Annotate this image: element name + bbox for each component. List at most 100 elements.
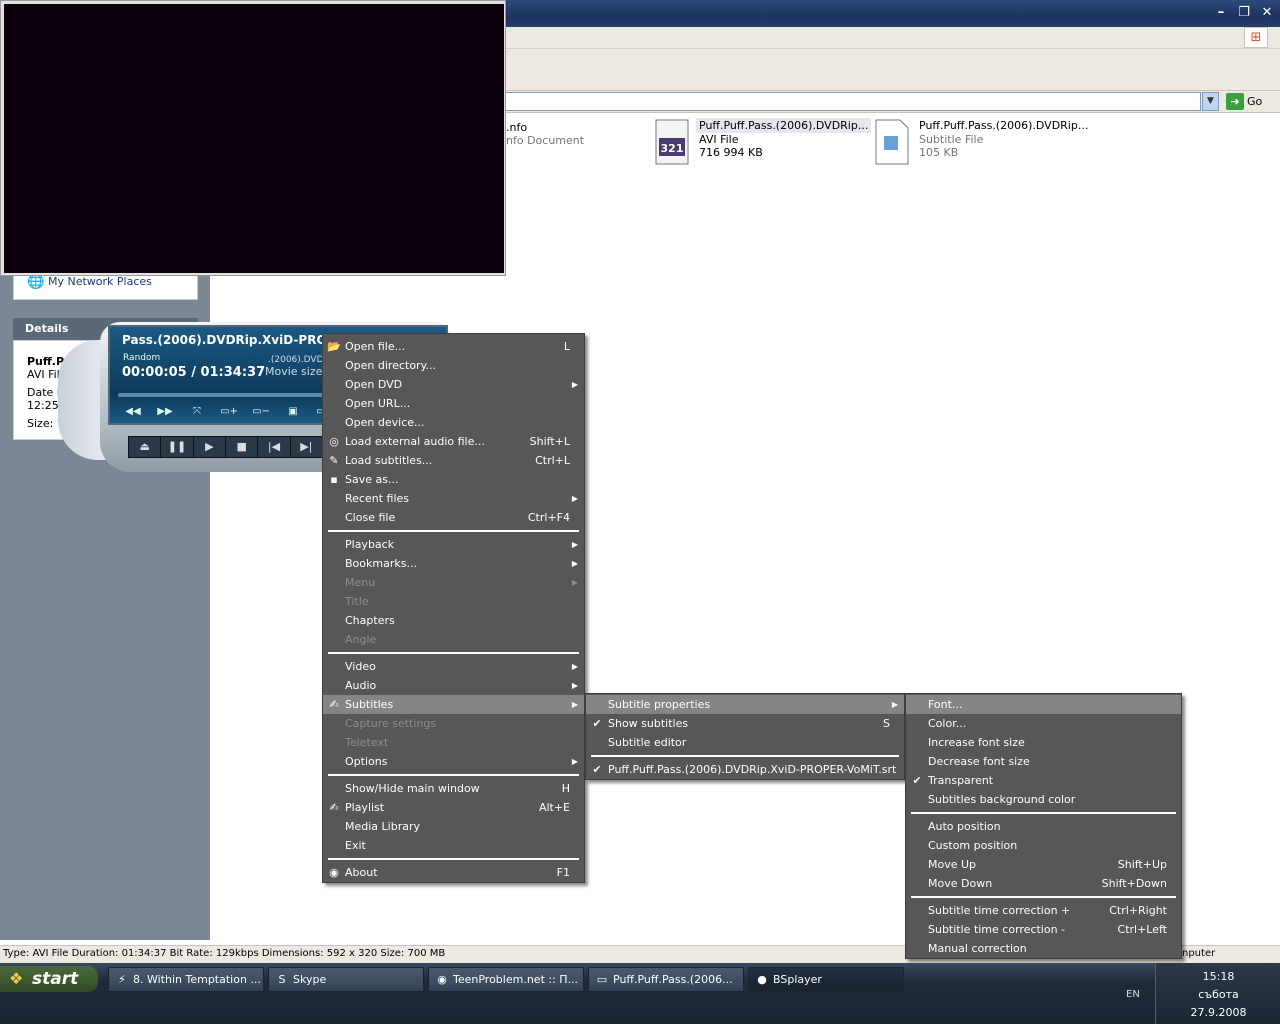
menu-item-chapters[interactable]: Chapters	[323, 611, 584, 630]
next-icon[interactable]: ▶|	[291, 437, 323, 457]
file-size: 105 KB	[919, 146, 959, 159]
previous-icon[interactable]: |◀	[258, 437, 291, 457]
menu-item-recent-files[interactable]: Recent files ▶	[323, 489, 584, 508]
file-item-avi[interactable]: 321 Puff.Puff.Pass.(2006).DVDRip... AVI …	[652, 118, 872, 166]
menu-item-load-external-audio-file[interactable]: ◎ Load external audio file... Shift+L	[323, 432, 584, 451]
submenu-arrow-icon: ▶	[571, 700, 578, 709]
menu-item-save-as[interactable]: ▪ Save as...	[323, 470, 584, 489]
file-type: Subtitle File	[919, 133, 984, 146]
rewind-icon[interactable]: ◀◀	[122, 406, 144, 420]
menu-item-label: Move Up	[928, 858, 977, 871]
menu-item-move-up[interactable]: Move Up Shift+Up	[906, 855, 1181, 874]
menu-item-about[interactable]: ◉ About F1	[323, 863, 584, 882]
menu-shortcut: H	[561, 782, 570, 795]
menu-item-video[interactable]: Video ▶	[323, 657, 584, 676]
menu-item-manual-correction[interactable]: Manual correction	[906, 939, 1181, 958]
stop-icon[interactable]: ■	[226, 437, 259, 457]
menu-item-label: Options	[345, 755, 388, 768]
fast-forward-icon[interactable]: ▶▶	[154, 406, 176, 420]
winamp-icon: ⚡	[118, 973, 126, 986]
menu-item-audio[interactable]: Audio ▶	[323, 676, 584, 695]
menu-item-subtitles-background-color[interactable]: Subtitles background color	[906, 790, 1181, 809]
zoom-out-icon[interactable]: ▭−	[250, 406, 272, 420]
pause-icon[interactable]: ❚❚	[161, 437, 194, 457]
menu-item-subtitle-properties[interactable]: Subtitle properties ▶	[586, 695, 904, 714]
menu-item-show-hide-main-window[interactable]: Show/Hide main window H	[323, 779, 584, 798]
menu-item-move-down[interactable]: Move Down Shift+Down	[906, 874, 1181, 893]
menu-item-show-subtitles[interactable]: ✔ Show subtitles S	[586, 714, 904, 733]
task-explorer[interactable]: ▭ Puff.Puff.Pass.(2006...	[588, 967, 744, 992]
video-window[interactable]	[0, 0, 506, 276]
menu-item-label: Subtitle time correction -	[928, 923, 1066, 936]
menu-shortcut: Ctrl+L	[535, 454, 570, 467]
minimize-button[interactable]: –	[1211, 4, 1231, 23]
play-icon[interactable]: ▶	[194, 437, 226, 457]
player-file: .(2006).DVDR	[268, 355, 330, 365]
menu-item-label: Capture settings	[345, 717, 437, 730]
menu-item-load-subtitles[interactable]: ✎ Load subtitles... Ctrl+L	[323, 451, 584, 470]
menu-item-subtitles[interactable]: ✍ Subtitles ▶	[323, 695, 584, 714]
menu-item-menu: Menu ▶	[323, 573, 584, 592]
menu-item-playlist[interactable]: ✍ Playlist Alt+E	[323, 798, 584, 817]
menu-item-label: Subtitles background color	[928, 793, 1076, 806]
capture-icon[interactable]: ▣	[282, 406, 304, 420]
player-mode[interactable]: Random	[123, 353, 160, 363]
menu-item-label: Teletext	[345, 736, 389, 749]
clock-day: събота	[1198, 988, 1239, 1001]
menu-item-label: Decrease font size	[928, 755, 1030, 768]
menu-item-puff-puff-pass-2006-dvdrip-xvid-proper-v[interactable]: ✔ Puff.Puff.Pass.(2006).DVDRip.XviD-PROPE…	[586, 760, 904, 779]
menu-item-bookmarks[interactable]: Bookmarks... ▶	[323, 554, 584, 573]
menu-item-subtitle-time-correction[interactable]: Subtitle time correction + Ctrl+Right	[906, 901, 1181, 920]
go-label: Go	[1247, 95, 1263, 108]
menu-item-open-url[interactable]: Open URL...	[323, 394, 584, 413]
menu-item-transparent[interactable]: ✔ Transparent	[906, 771, 1181, 790]
menu-item-exit[interactable]: Exit	[323, 836, 584, 855]
task-firefox[interactable]: ◉ TeenProblem.net :: П...	[428, 967, 584, 992]
task-bsplayer[interactable]: ● BSplayer	[748, 967, 904, 992]
zoom-in-icon[interactable]: ▭+	[218, 406, 240, 420]
task-label: Skype	[293, 973, 327, 986]
menu-item-media-library[interactable]: Media Library	[323, 817, 584, 836]
system-tray: EN 15:18 събота 27.9.2008	[1126, 963, 1280, 1024]
menu-item-increase-font-size[interactable]: Increase font size	[906, 733, 1181, 752]
file-item-srt[interactable]: Puff.Puff.Pass.(2006).DVDRip... Subtitle…	[872, 118, 1091, 166]
menu-item-open-dvd[interactable]: Open DVD ▶	[323, 375, 584, 394]
player-controls: ⏏ ❚❚ ▶ ■ |◀ ▶|	[128, 436, 324, 458]
restore-button[interactable]: ❐	[1234, 4, 1254, 23]
start-button[interactable]: ❖ start	[0, 966, 98, 992]
menu-item-font[interactable]: Font...	[906, 695, 1181, 714]
menu-shortcut: Shift+Down	[1101, 877, 1167, 890]
menu-item-label: Load subtitles...	[345, 454, 433, 467]
submenu-arrow-icon: ▶	[571, 559, 578, 568]
folder-icon: 📂	[327, 340, 341, 353]
task-label: 8. Within Temptation ...	[133, 973, 261, 986]
menu-item-open-file[interactable]: 📂 Open file... L	[323, 337, 584, 356]
menu-item-close-file[interactable]: Close file Ctrl+F4	[323, 508, 584, 527]
file-item-nfo[interactable]: .nfo nfo Document	[503, 118, 587, 147]
close-button[interactable]: ✕	[1257, 4, 1277, 23]
menu-item-open-directory[interactable]: Open directory...	[323, 356, 584, 375]
video-canvas[interactable]	[4, 4, 504, 273]
fullscreen-icon[interactable]: ⤧	[186, 406, 208, 420]
submenu-arrow-icon: ▶	[571, 494, 578, 503]
task-winamp[interactable]: ⚡ 8. Within Temptation ...	[108, 967, 264, 992]
menu-item-subtitle-time-correction[interactable]: Subtitle time correction - Ctrl+Left	[906, 920, 1181, 939]
address-input[interactable]	[505, 92, 1201, 111]
menu-item-open-device[interactable]: Open device...	[323, 413, 584, 432]
menu-item-custom-position[interactable]: Custom position	[906, 836, 1181, 855]
go-button[interactable]: ➔ Go	[1226, 92, 1262, 111]
task-skype[interactable]: S Skype	[268, 967, 424, 992]
menu-item-color[interactable]: Color...	[906, 714, 1181, 733]
address-dropdown-button[interactable]: ▼	[1202, 92, 1219, 111]
eject-icon[interactable]: ⏏	[129, 437, 162, 457]
menu-item-auto-position[interactable]: Auto position	[906, 817, 1181, 836]
menu-item-subtitle-editor[interactable]: Subtitle editor	[586, 733, 904, 752]
checkmark-icon: ✔	[912, 774, 922, 787]
menu-item-title: Title	[323, 592, 584, 611]
menu-item-options[interactable]: Options ▶	[323, 752, 584, 771]
menu-item-playback[interactable]: Playback ▶	[323, 535, 584, 554]
menu-item-label: Subtitle editor	[608, 736, 687, 749]
clock[interactable]: 15:18 събота 27.9.2008	[1156, 968, 1280, 1022]
menu-item-decrease-font-size[interactable]: Decrease font size	[906, 752, 1181, 771]
language-indicator[interactable]: EN	[1126, 989, 1140, 1000]
